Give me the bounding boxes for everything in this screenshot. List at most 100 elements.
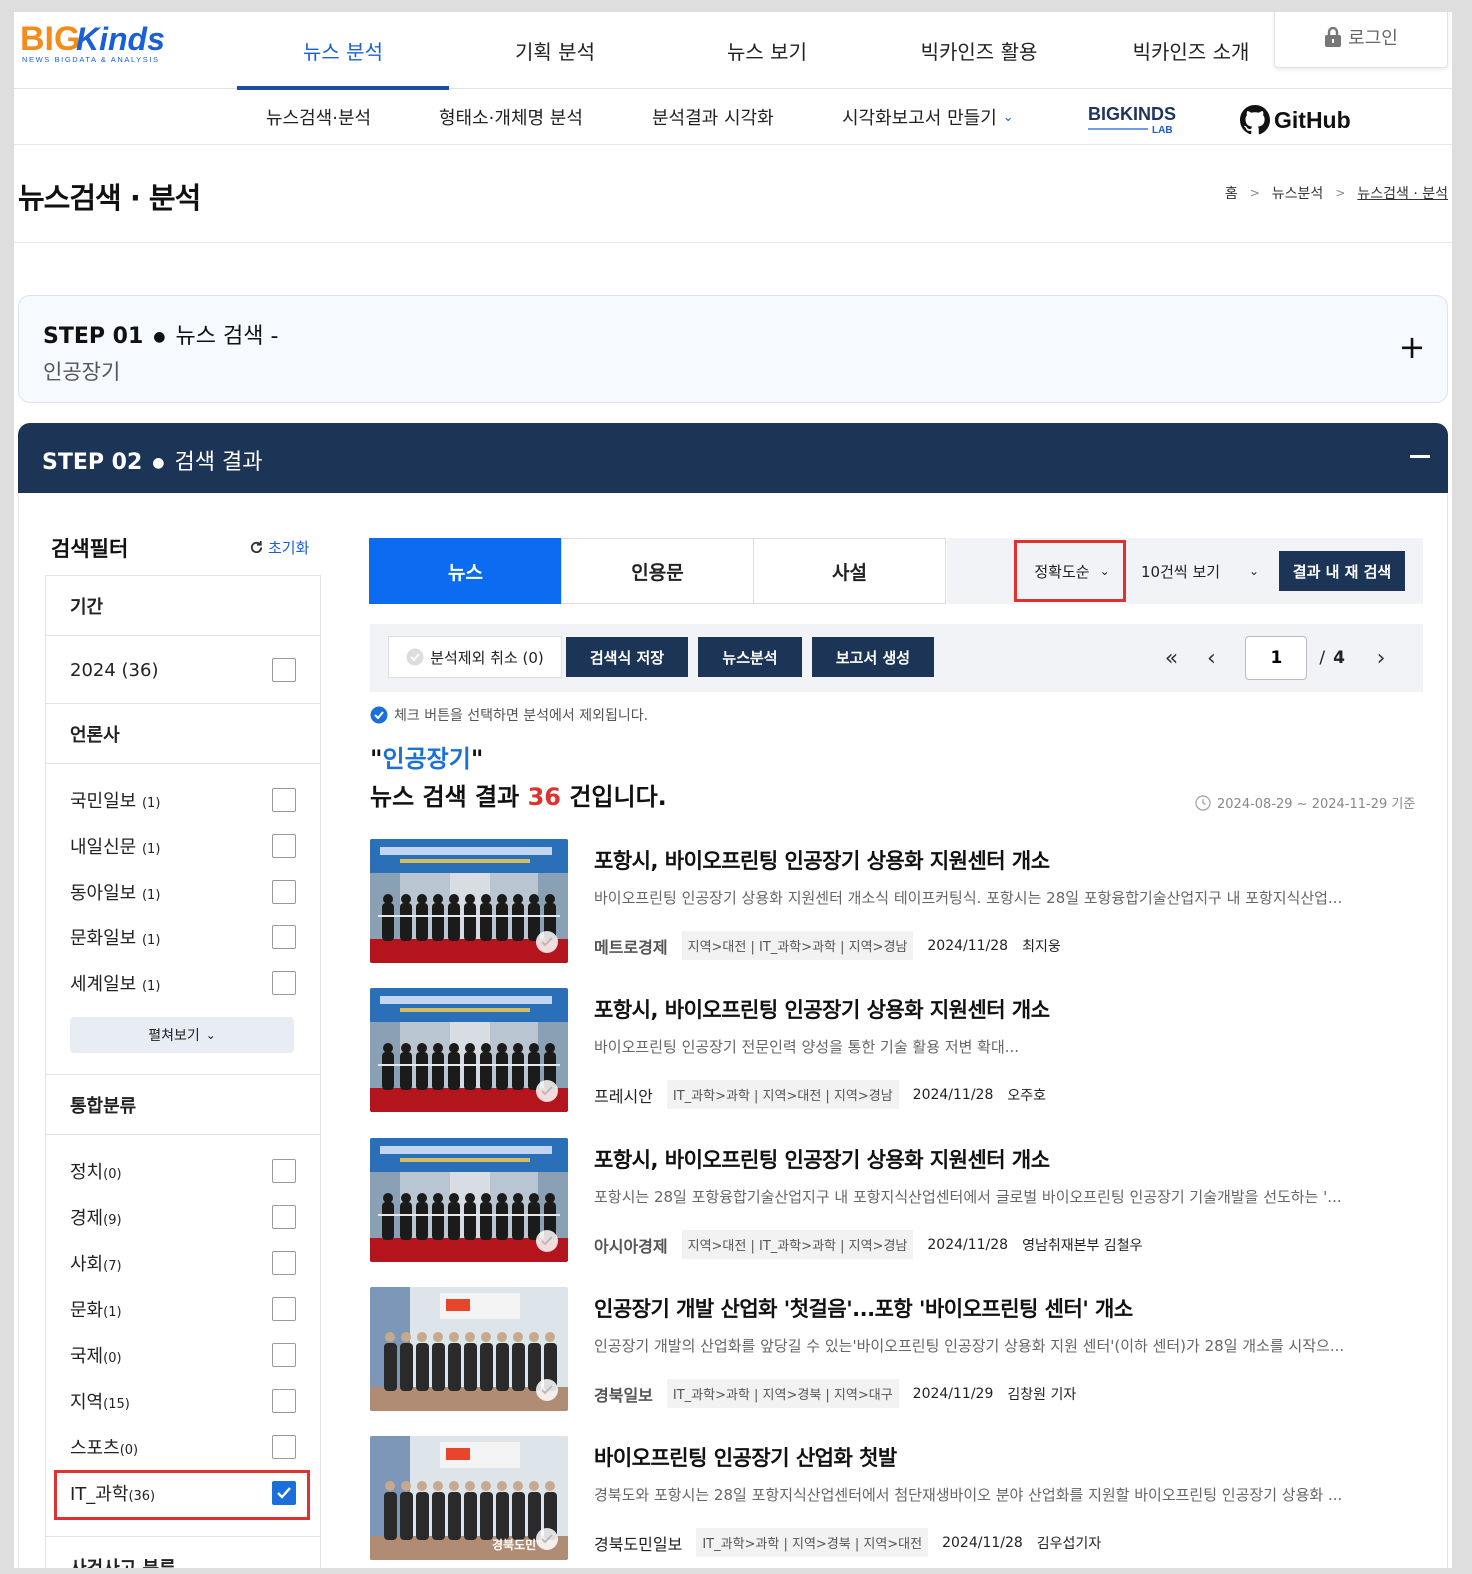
filter-category-item[interactable]: 정치(0)	[70, 1156, 296, 1186]
filter-press-item[interactable]: 동아일보 (1)	[70, 877, 296, 907]
save-query-button[interactable]: 검색식 저장	[566, 637, 688, 677]
news-press[interactable]: 경북일보	[594, 1382, 653, 1406]
expand-label: 펼쳐보기	[148, 1028, 200, 1044]
filter-title: 검색필터	[51, 537, 129, 561]
exclude-check-icon[interactable]	[536, 1379, 558, 1401]
checkbox[interactable]	[272, 880, 296, 904]
news-result-item[interactable]: 경북도민 바이오프린팅 인공장기 산업화 첫발 경북도와 포항시는 28일 포항지식…	[370, 1436, 1430, 1561]
filter-category-item[interactable]: 사회(7)	[70, 1248, 296, 1278]
exclude-check-icon[interactable]	[536, 1230, 558, 1252]
collapse-minus-icon[interactable]	[1410, 455, 1430, 458]
news-result-item[interactable]: 포항시, 바이오프린팅 인공장기 상용화 지원센터 개소포항시는 28일 포항융…	[370, 1138, 1430, 1263]
checkbox[interactable]	[272, 971, 296, 995]
news-meta: 메트로경제 지역>대전 | IT_과학>과학 | 지역>경남 2024/11/28 최…	[594, 931, 1061, 960]
filter-category-item[interactable]: 지역(15)	[70, 1386, 296, 1416]
filter-category-item[interactable]: 스포츠(0)	[70, 1432, 296, 1462]
tab-editorial[interactable]: 사설	[753, 538, 946, 604]
filter-category-item[interactable]: 문화(1)	[70, 1294, 296, 1324]
breadcrumb-news-analysis[interactable]: 뉴스분석	[1272, 183, 1324, 203]
news-result-item[interactable]: 인공장기 개발 산업화 '첫걸음'...포항 '바이오프린팅 센터' 개소 인공장…	[370, 1287, 1430, 1412]
filter-category-item[interactable]: 국제(0)	[70, 1340, 296, 1370]
news-thumbnail[interactable]	[370, 988, 568, 1112]
highlight-box	[1014, 540, 1126, 602]
news-title[interactable]: 포항시, 바이오프린팅 인공장기 상용화 지원센터 개소	[594, 1144, 1050, 1174]
exclude-check-icon[interactable]	[536, 931, 558, 953]
exclude-check-icon[interactable]	[536, 1528, 558, 1550]
news-category: 지역>대전 | IT_과학>과학 | 지역>경남	[681, 931, 914, 960]
step2-header[interactable]: STEP 02 ● 검색 결과	[18, 423, 1448, 493]
reset-filter-button[interactable]: 초기화	[249, 537, 309, 558]
news-result-item[interactable]: 포항시, 바이오프린팅 인공장기 상용화 지원센터 개소 바이오프린팅 인공장기 …	[370, 839, 1430, 964]
checkbox[interactable]	[272, 1435, 296, 1459]
filter-press-item[interactable]: 문화일보 (1)	[70, 922, 296, 952]
news-title[interactable]: 바이오프린팅 인공장기 산업화 첫발	[594, 1442, 897, 1472]
per-page-select[interactable]: 10건씩 보기 ⌄	[1141, 543, 1259, 599]
filter-period-2024[interactable]: 2024 (36)	[70, 655, 296, 685]
checkbox[interactable]	[272, 925, 296, 949]
filter-press-item[interactable]: 내일신문 (1)	[70, 831, 296, 861]
filter-category-item[interactable]: 경제(9)	[70, 1202, 296, 1232]
news-result-item[interactable]: 포항시, 바이오프린팅 인공장기 상용화 지원센터 개소 바이오프린팅 인공장기 …	[370, 988, 1430, 1113]
filter-press-item[interactable]: 세계일보 (1)	[70, 968, 296, 998]
gnb-news-analysis[interactable]: 뉴스 분석	[237, 12, 449, 90]
gnb-bigkinds-usage[interactable]: 빅카인즈 활용	[873, 12, 1085, 89]
checkbox[interactable]	[272, 1297, 296, 1321]
news-author: 오주호	[1007, 1087, 1046, 1104]
filter-press-item[interactable]: 국민일보 (1)	[70, 785, 296, 815]
checkbox[interactable]	[272, 1159, 296, 1183]
press-name: 내일신문	[70, 837, 137, 858]
cancel-exclusion-button[interactable]: 분석제외 취소 (0)	[388, 636, 562, 678]
checkbox[interactable]	[272, 1389, 296, 1413]
chevron-down-icon: ⌄	[205, 1028, 216, 1042]
news-press[interactable]: 메트로경제	[594, 934, 668, 958]
news-press[interactable]: 프레시안	[594, 1083, 653, 1107]
first-page-icon[interactable]: «	[1151, 646, 1191, 671]
news-summary: 포항시는 28일 포항융합기술산업지구 내 포항지식산업센터에서 글로벌 바이오…	[594, 1188, 1342, 1206]
tab-quotes[interactable]: 인용문	[561, 538, 754, 604]
gnb-news-view[interactable]: 뉴스 보기	[661, 12, 873, 89]
logo-kinds-text: Kinds	[76, 21, 165, 57]
news-press[interactable]: 경북도민일보	[594, 1531, 682, 1555]
page-number-input[interactable]	[1245, 636, 1308, 680]
news-thumbnail[interactable]	[370, 1287, 568, 1411]
bigkinds-logo[interactable]: BIG Kinds NEWS BIGDATA & ANALYSIS	[18, 14, 218, 74]
news-title[interactable]: 포항시, 바이오프린팅 인공장기 상용화 지원센터 개소	[594, 845, 1050, 875]
snb-news-search-analysis[interactable]: 뉴스검색·분석	[266, 89, 371, 145]
tab-news[interactable]: 뉴스	[369, 538, 562, 604]
news-date: 2024/11/28	[912, 1086, 994, 1103]
step1-panel[interactable]: STEP 01 ● 뉴스 검색 - 인공장기 +	[18, 295, 1448, 403]
news-thumbnail[interactable]: 경북도민	[370, 1436, 568, 1560]
news-press[interactable]: 아시아경제	[594, 1233, 668, 1257]
category-count: (0)	[119, 1443, 139, 1458]
news-analysis-button[interactable]: 뉴스분석	[698, 637, 802, 677]
news-thumbnail[interactable]	[370, 839, 568, 963]
breadcrumb-home[interactable]: 홈	[1225, 183, 1238, 203]
search-within-results-button[interactable]: 결과 내 재 검색	[1279, 551, 1405, 591]
exclude-check-icon[interactable]	[536, 1080, 558, 1102]
gnb-bigkinds-about[interactable]: 빅카인즈 소개	[1085, 12, 1297, 89]
login-button[interactable]: 로그인	[1274, 12, 1448, 68]
snb-visualization[interactable]: 분석결과 시각화	[652, 89, 774, 145]
step1-keyword: 인공장기	[43, 360, 121, 384]
snb-report-builder[interactable]: 시각화보고서 만들기 ⌄	[842, 89, 1014, 145]
news-thumbnail[interactable]	[370, 1138, 568, 1262]
next-page-icon[interactable]: ›	[1361, 646, 1401, 671]
create-report-button[interactable]: 보고서 생성	[812, 637, 934, 677]
checkbox[interactable]	[272, 1343, 296, 1367]
gnb-planned-analysis[interactable]: 기획 분석	[449, 12, 661, 89]
breadcrumb-current[interactable]: 뉴스검색 · 분석	[1357, 183, 1448, 203]
github-link[interactable]: GitHub	[1240, 103, 1351, 137]
checkbox[interactable]	[272, 788, 296, 812]
checkbox[interactable]	[272, 1251, 296, 1275]
news-title[interactable]: 포항시, 바이오프린팅 인공장기 상용화 지원센터 개소	[594, 994, 1050, 1024]
bigkinds-lab-logo[interactable]: BIGKINDS LAB	[1086, 100, 1186, 140]
expand-plus-icon[interactable]: +	[1397, 331, 1427, 363]
global-nav: 뉴스 분석 기획 분석 뉴스 보기 빅카인즈 활용 빅카인즈 소개	[237, 12, 1297, 90]
snb-morpheme-analysis[interactable]: 형태소·개체명 분석	[439, 89, 583, 145]
prev-page-icon[interactable]: ‹	[1191, 646, 1231, 671]
checkbox[interactable]	[272, 834, 296, 858]
news-title[interactable]: 인공장기 개발 산업화 '첫걸음'...포항 '바이오프린팅 센터' 개소	[594, 1293, 1133, 1323]
checkbox[interactable]	[272, 1205, 296, 1229]
checkbox[interactable]	[272, 658, 296, 682]
expand-press-button[interactable]: 펼쳐보기 ⌄	[70, 1017, 294, 1053]
